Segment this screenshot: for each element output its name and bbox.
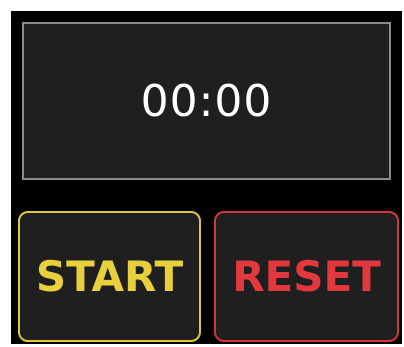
timer-display: 00:00	[22, 22, 391, 180]
start-button-label: START	[35, 252, 184, 301]
reset-button-label: RESET	[232, 252, 381, 301]
timer-readout: 00:00	[140, 75, 273, 127]
reset-button[interactable]: RESET	[214, 211, 399, 342]
start-button[interactable]: START	[18, 211, 201, 342]
stopwatch-panel: 00:00 START RESET	[11, 11, 402, 344]
